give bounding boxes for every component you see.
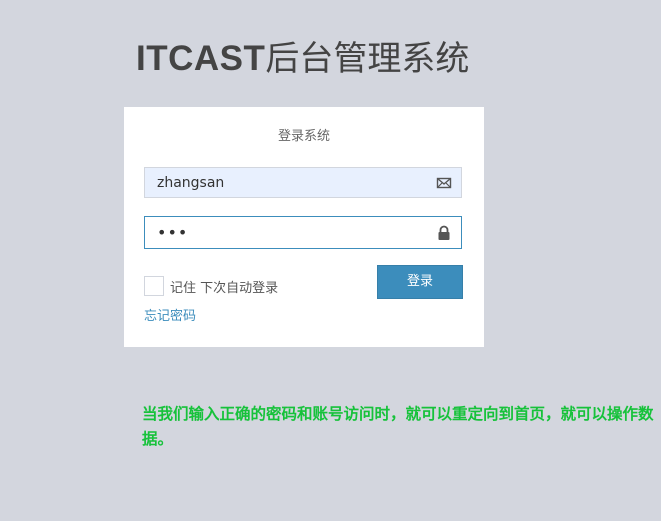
login-button[interactable]: 登录 xyxy=(377,265,463,299)
forgot-password-link[interactable]: 忘记密码 xyxy=(144,308,196,326)
remember-checkbox[interactable] xyxy=(144,276,164,296)
username-input[interactable] xyxy=(145,168,461,197)
system-name: 后台管理系统 xyxy=(265,39,470,79)
remember-me[interactable]: 记住 下次自动登录 xyxy=(144,275,278,297)
username-field[interactable] xyxy=(144,167,462,198)
login-form: 登录系统 记住 下次自动登录 登录 忘记密码 xyxy=(124,107,484,347)
envelope-icon xyxy=(436,177,452,188)
lock-icon xyxy=(438,225,450,240)
annotation-note: 当我们输入正确的密码和账号访问时，就可以重定向到首页，就可以操作数据。 xyxy=(142,405,654,448)
remember-label: 记住 下次自动登录 xyxy=(170,280,279,296)
login-box-title: 登录系统 xyxy=(277,129,330,144)
password-input[interactable] xyxy=(145,217,461,248)
password-field[interactable] xyxy=(144,216,462,249)
page-title: ITCAST后台管理系统 xyxy=(136,36,469,82)
brand-name: ITCAST xyxy=(136,39,266,78)
